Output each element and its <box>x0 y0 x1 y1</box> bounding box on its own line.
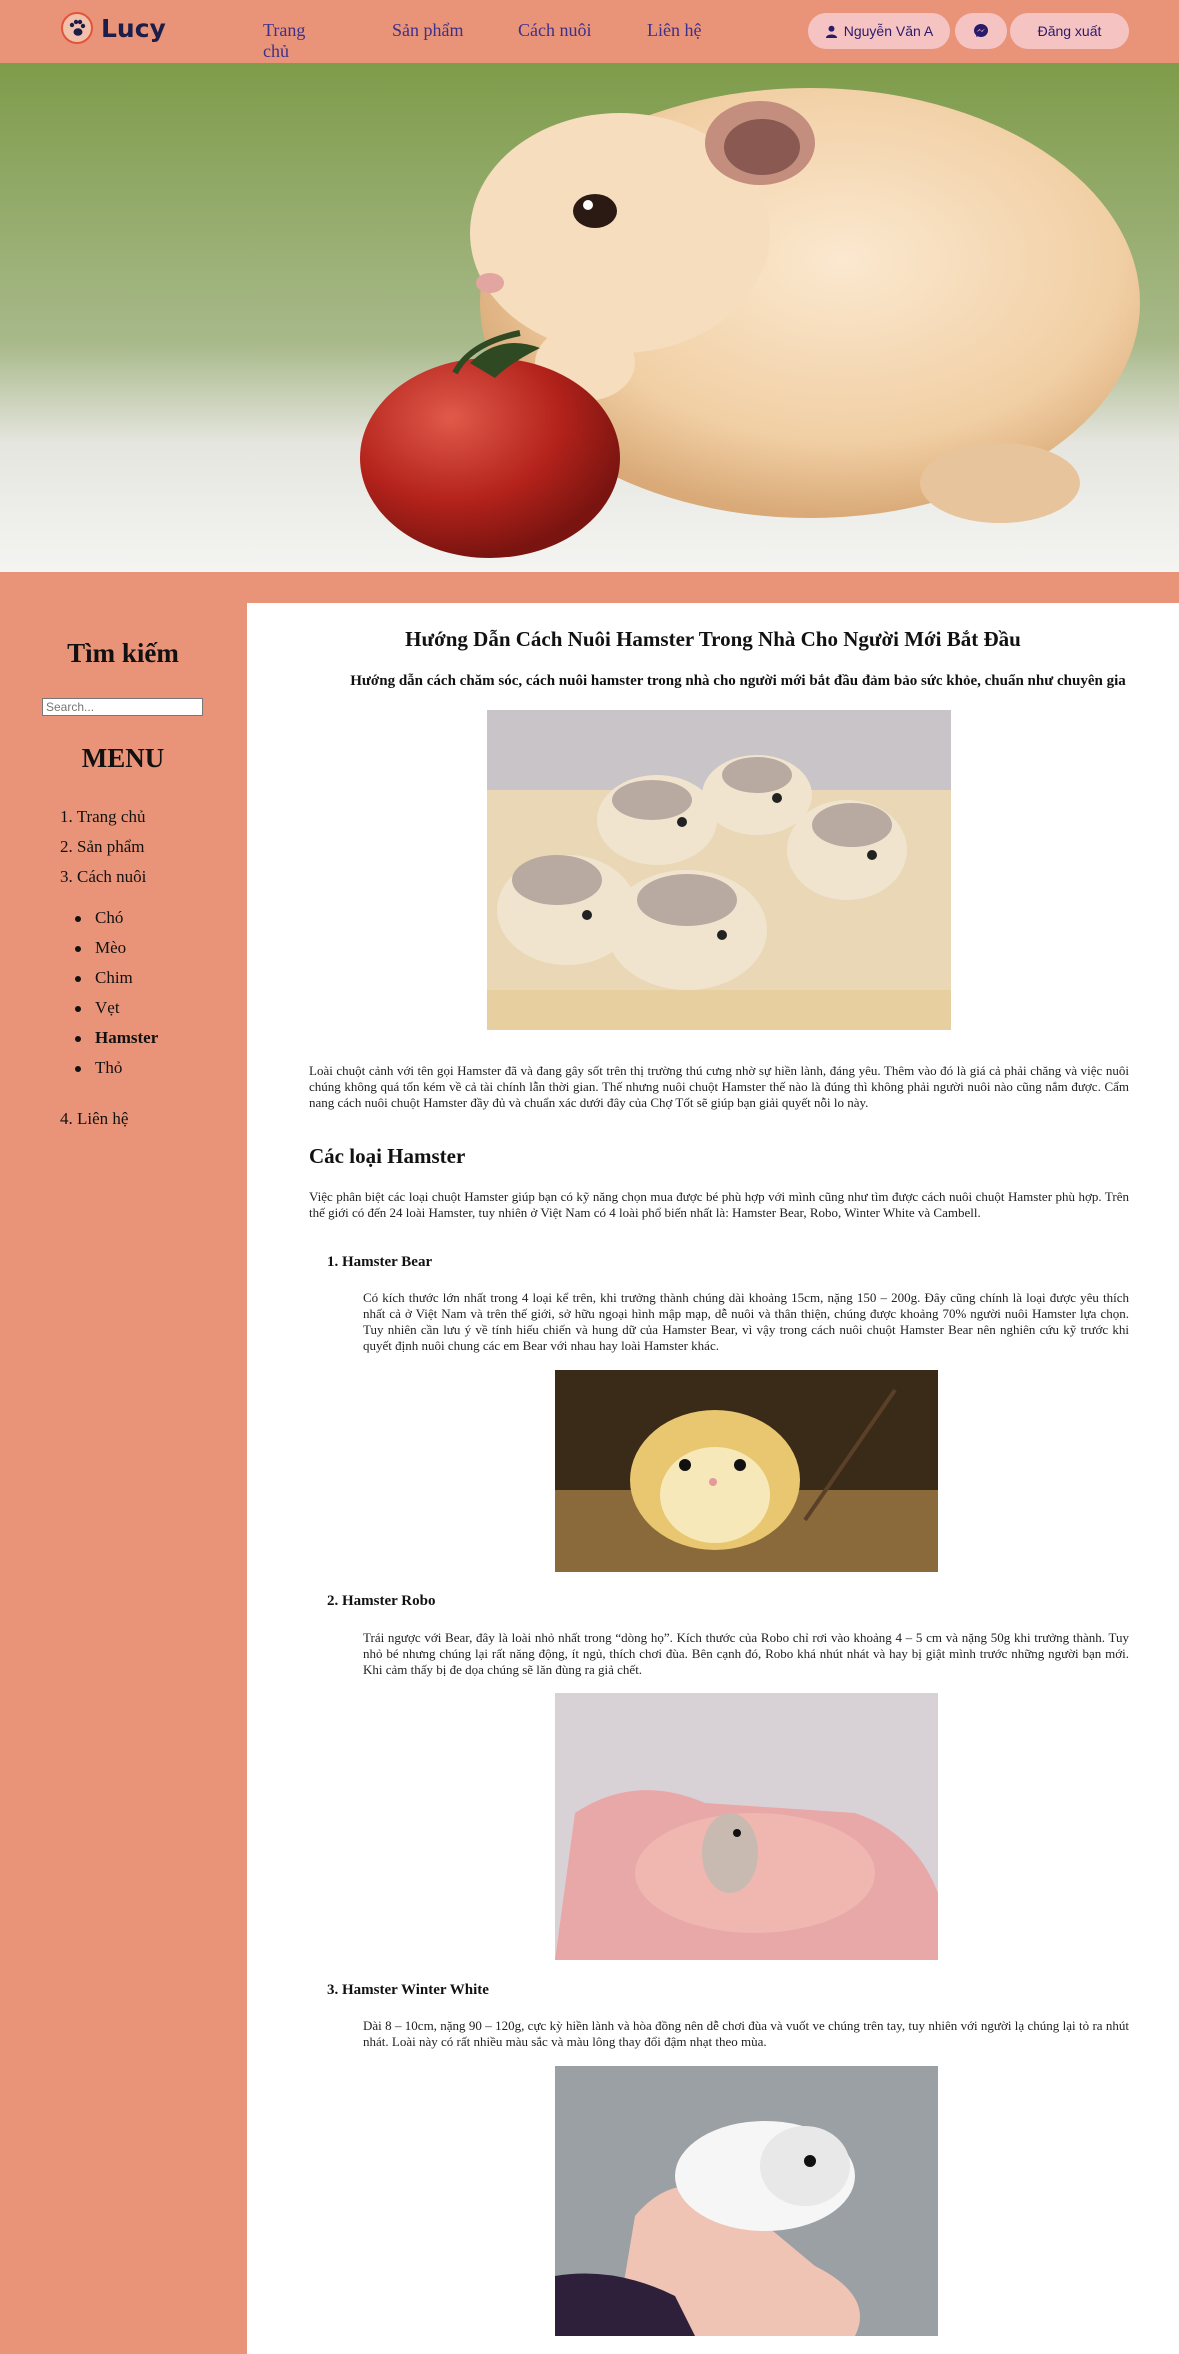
messenger-button[interactable] <box>955 13 1007 49</box>
types-intro: Việc phân biệt các loại chuột Hamster gi… <box>309 1189 1129 1220</box>
search-title: Tìm kiếm <box>67 638 179 668</box>
search-input[interactable] <box>42 698 203 716</box>
sub-menu-item-cat[interactable]: Mèo <box>74 938 158 968</box>
sub-menu-item-dog[interactable]: Chó <box>74 908 158 938</box>
nav-home[interactable]: Trang chủ <box>263 20 305 62</box>
nav-care[interactable]: Cách nuôi <box>518 20 592 41</box>
sub-menu-item-rabbit[interactable]: Thỏ <box>74 1058 158 1088</box>
hamster-robo-image <box>555 1693 938 1960</box>
sub-menu-list: Chó Mèo Chim Vẹt Hamster Thỏ <box>74 908 158 1088</box>
menu-title: MENU <box>81 743 165 773</box>
menu-item-care[interactable]: 3. Cách nuôi <box>60 867 146 897</box>
article-subtitle: Hướng dẫn cách chăm sóc, cách nuôi hamst… <box>350 673 1126 689</box>
user-button[interactable]: Nguyễn Văn A <box>808 13 950 49</box>
user-icon <box>825 25 837 38</box>
type-text-robo: Trái ngược với Bear, đây là loài nhỏ nhấ… <box>363 1630 1129 1677</box>
article: Hướng Dẫn Cách Nuôi Hamster Trong Nhà Ch… <box>247 603 1179 2354</box>
hamster-bear-image <box>555 1370 938 1572</box>
type-heading-winter-white: 3. Hamster Winter White <box>327 1982 489 1998</box>
sub-menu-item-bird[interactable]: Chim <box>74 968 158 998</box>
menu-list: 1. Trang chủ 2. Sản phẩm 3. Cách nuôi <box>60 807 146 897</box>
menu-item-contact[interactable]: 4. Liên hệ <box>60 1109 128 1139</box>
nav-contact[interactable]: Liên hệ <box>647 20 701 41</box>
hamster-group-image <box>487 710 951 1030</box>
type-heading-robo: 2. Hamster Robo <box>327 1593 436 1609</box>
top-header: Lucy Trang chủ Sản phẩm Cách nuôi Liên h… <box>0 0 1179 63</box>
menu-list-end: 4. Liên hệ <box>60 1109 128 1139</box>
type-heading-bear: 1. Hamster Bear <box>327 1254 433 1270</box>
paw-icon <box>61 12 93 44</box>
type-text-winter-white: Dài 8 – 10cm, nặng 90 – 120g, cực kỳ hiề… <box>363 2018 1129 2049</box>
sub-menu-item-hamster[interactable]: Hamster <box>74 1028 158 1058</box>
menu-item-products[interactable]: 2. Sản phẩm <box>60 837 146 867</box>
type-text-bear: Có kích thước lớn nhất trong 4 loại kể t… <box>363 1290 1129 1353</box>
sub-menu-item-parrot[interactable]: Vẹt <box>74 998 158 1028</box>
intro-paragraph: Loài chuột cảnh với tên gọi Hamster đã v… <box>309 1063 1129 1110</box>
user-name: Nguyễn Văn A <box>843 23 934 39</box>
hero-hamster-image <box>0 63 1179 572</box>
messenger-icon <box>974 24 988 37</box>
hamster-winter-white-image <box>555 2066 938 2336</box>
types-heading: Các loại Hamster <box>309 1144 466 1168</box>
menu-item-home[interactable]: 1. Trang chủ <box>60 807 146 837</box>
logout-button[interactable]: Đăng xuất <box>1010 13 1129 49</box>
article-title: Hướng Dẫn Cách Nuôi Hamster Trong Nhà Ch… <box>405 627 1021 651</box>
logo[interactable]: Lucy <box>61 12 166 44</box>
nav-products[interactable]: Sản phẩm <box>392 20 464 41</box>
logo-text: Lucy <box>101 13 166 43</box>
